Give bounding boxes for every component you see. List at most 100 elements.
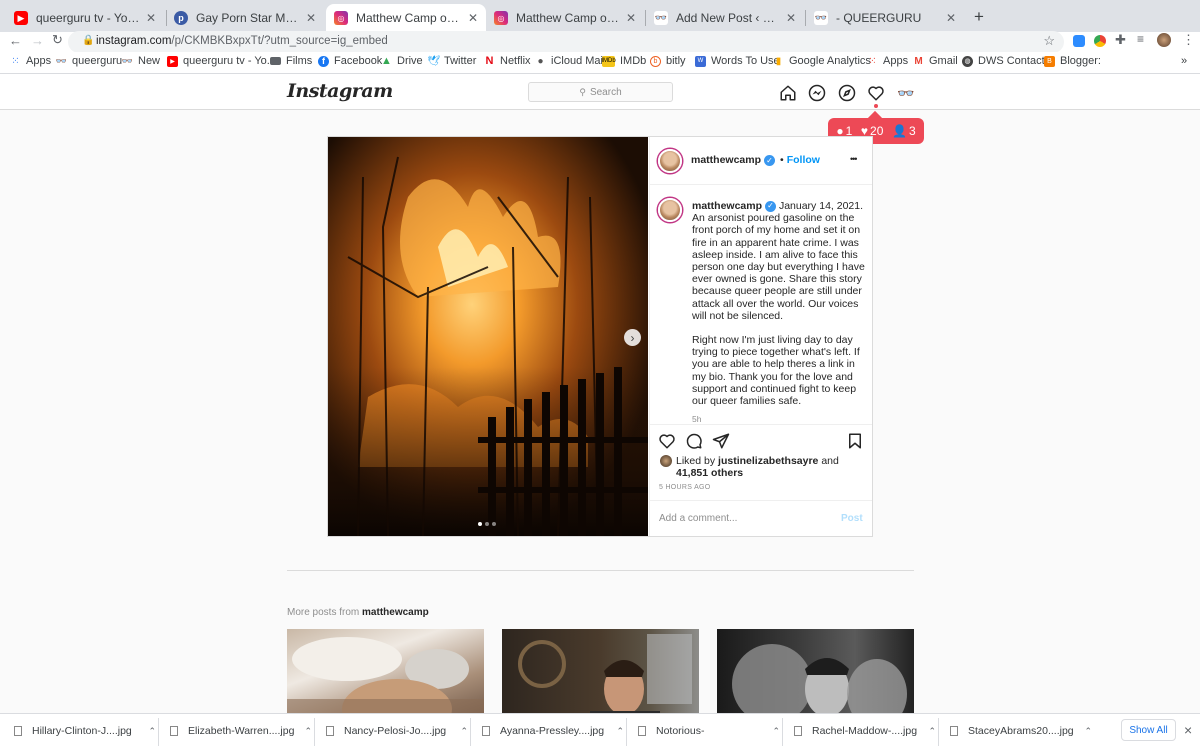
search-input[interactable]: ⚲ Search [528,82,673,102]
sidebar-divider [649,184,872,185]
back-icon[interactable]: ← [9,33,22,48]
download-item[interactable]: Rachel-Maddow-....jpg ⌃ [794,714,936,748]
close-tab-icon[interactable]: ✕ [786,11,796,25]
chevron-up-icon[interactable]: ⌃ [616,726,624,737]
file-icon [326,726,334,736]
like-heart-icon[interactable] [658,432,676,450]
carousel-next-button[interactable]: › [624,329,641,346]
more-post-thumbnail-3[interactable] [717,629,914,719]
close-tab-icon[interactable]: ✕ [626,11,636,25]
chevron-up-icon[interactable]: ⌃ [304,726,312,737]
bookmark-blogger[interactable]: B Blogger: [1044,55,1101,67]
tab-add-new-post[interactable]: 👓 Add New Post ‹ QUEERGURU — ✕ [646,4,804,32]
bookmark-queerguru[interactable]: 👓 queerguru [56,55,122,67]
chrome-extension-icon[interactable] [1094,35,1106,47]
download-item[interactable]: Notorious- ⌃ [638,714,780,748]
chevron-up-icon[interactable]: ⌃ [148,726,156,737]
more-post-thumbnail-2[interactable] [502,629,699,719]
bookmark-gmail[interactable]: M Gmail [913,55,957,67]
tab-instagram[interactable]: ◎ Matthew Camp on Instagram: " ✕ [486,4,644,32]
apps-grid-icon: ⁙ [11,55,20,67]
profile-avatar[interactable] [1157,33,1171,47]
bookmark-dws-contacts[interactable]: ◍ DWS Contacts [962,55,1050,67]
save-bookmark-icon[interactable] [846,432,864,450]
chevron-up-icon[interactable]: ⌃ [772,726,780,737]
home-icon[interactable] [779,84,797,102]
bookmark-facebook[interactable]: f Facebook [318,55,382,67]
bookmark-apps-2[interactable]: ⁙ Apps [867,55,908,67]
download-item[interactable]: Elizabeth-Warren....jpg ⌃ [170,714,312,748]
bookmark-icloud-mail[interactable]: ● iCloud Mail [535,55,605,67]
post-photo[interactable]: › [328,137,648,536]
globe-icon: ◍ [962,55,973,67]
download-divider [470,718,471,746]
comment-input[interactable]: Add a comment... [659,513,829,524]
bookmark-star-icon[interactable]: ☆ [1043,33,1055,49]
tab-youtube[interactable]: ▶ queerguru tv - YouTube ✕ [6,4,164,32]
reload-icon[interactable]: ↻ [52,32,63,48]
download-item[interactable]: StaceyAbrams20....jpg ⌃ [950,714,1092,748]
caption-username[interactable]: matthewcamp [692,200,762,212]
forward-icon[interactable]: → [31,33,44,48]
more-options-icon[interactable]: ••• [850,154,858,164]
bookmark-words-to-use[interactable]: W Words To Use [695,55,780,67]
bookmark-imdb[interactable]: IMDb IMDb [601,55,646,67]
bookmark-apps[interactable]: ⁙ Apps [10,55,51,67]
chevron-up-icon[interactable]: ⌃ [460,726,468,737]
activity-heart-icon[interactable] [867,84,885,102]
show-all-downloads-button[interactable]: Show All [1121,719,1176,741]
follow-button[interactable]: Follow [787,154,820,166]
avatar[interactable] [658,149,682,173]
address-bar[interactable]: 🔒 instagram.com/p/CKMBKBxpxTt/?utm_sourc… [68,31,1064,53]
tab-wordpress[interactable]: p Gay Porn Star Matthew Camp L ✕ [166,4,324,32]
bookmark-google-analytics[interactable]: ▮ Google Analytics [773,55,871,67]
blogger-icon: B [1044,55,1055,67]
bookmarks-overflow-icon[interactable]: » [1181,55,1187,67]
download-item[interactable]: Hillary-Clinton-J....jpg ⌃ [14,714,156,748]
post-comment-button[interactable]: Post [841,513,863,524]
explore-compass-icon[interactable] [838,84,856,102]
bookmark-bitly[interactable]: b bitly [650,55,686,67]
file-icon [14,726,22,736]
bookmark-films[interactable]: Films [270,55,312,67]
close-tab-icon[interactable]: ✕ [468,11,478,25]
share-paper-plane-icon[interactable] [712,432,730,450]
likes-others-link[interactable]: 41,851 others [676,467,743,479]
chevron-up-icon[interactable]: ⌃ [928,726,936,737]
browser-menu-icon[interactable]: ⋮ [1182,32,1195,48]
more-post-thumbnail-1[interactable] [287,629,484,719]
close-tab-icon[interactable]: ✕ [306,11,316,25]
comment-icon[interactable] [685,432,703,450]
twitter-icon: 🕊 [427,55,440,67]
chevron-up-icon[interactable]: ⌃ [1084,726,1092,737]
caption-avatar[interactable] [658,198,682,222]
messenger-icon[interactable] [808,84,826,102]
new-tab-icon[interactable]: + [974,7,984,27]
thumbnail-image [518,634,692,719]
close-downloads-icon[interactable]: × [1184,722,1192,738]
bookmark-new[interactable]: 👓 New [122,55,160,67]
instagram-logo[interactable]: Instagram [287,80,393,102]
download-item[interactable]: Nancy-Pelosi-Jo....jpg ⌃ [326,714,468,748]
zoom-extension-icon[interactable] [1073,35,1085,47]
bookmark-netflix[interactable]: N Netflix [484,55,531,67]
close-tab-icon[interactable]: ✕ [146,11,156,25]
tab-queerguru[interactable]: 👓 - QUEERGURU ✕ [806,4,964,32]
username-link[interactable]: matthewcamp [691,154,761,166]
bookmark-queerguru-tv[interactable]: ▶ queerguru tv - Yo... [167,55,276,67]
close-tab-icon[interactable]: ✕ [946,11,956,25]
bookmark-twitter[interactable]: 🕊 Twitter [427,55,476,67]
bookmark-drive[interactable]: ▲ Drive [381,55,423,67]
download-divider [938,718,939,746]
reading-list-icon[interactable]: ≡ [1137,32,1144,46]
download-item[interactable]: Ayanna-Pressley....jpg ⌃ [482,714,624,748]
liked-by-user-link[interactable]: justinelizabethsayre [718,455,818,467]
caption-date: January 14, 2021. [778,200,864,212]
liker-avatar[interactable] [660,455,672,467]
more-posts-username-link[interactable]: matthewcamp [362,607,429,618]
carousel-dots [478,522,496,526]
drive-icon: ▲ [381,55,392,67]
extensions-puzzle-icon[interactable]: ✚ [1115,32,1126,48]
tab-instagram-active[interactable]: ◎ Matthew Camp on Instagram: " ✕ [326,4,486,32]
profile-avatar-icon[interactable]: 👓 [897,85,914,102]
